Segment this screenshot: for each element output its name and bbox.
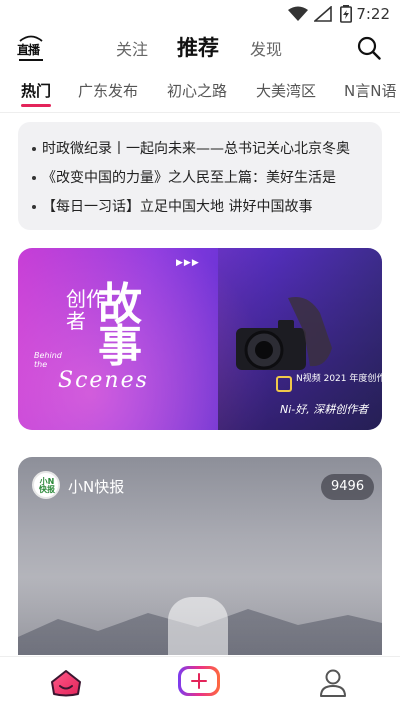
channel-tabs: 热门 广东发布 初心之路 大美湾区 N言N语 — [0, 78, 400, 112]
channel-tab-hot[interactable]: 热门 — [21, 80, 51, 101]
channel-name[interactable]: 小N快报 — [68, 476, 124, 497]
status-bar: 7:22 — [0, 0, 400, 28]
camera-icon — [236, 297, 332, 370]
search-icon[interactable] — [357, 36, 381, 60]
banner-slogan: Ni-好, 深耕创作者 — [280, 403, 369, 416]
banner-title: 故事 — [98, 279, 142, 372]
active-tab-indicator — [21, 104, 51, 107]
news-headlines: 时政微纪录丨一起向未来——总书记关心北京冬奥 《改变中国的力量》之人民至上篇：美… — [18, 122, 382, 230]
event-logo — [276, 376, 292, 392]
video-card[interactable]: 小N 快报 小N快报 9496 — [18, 457, 382, 655]
app-header: 直播 关注 推荐 发现 — [0, 28, 400, 68]
signal-icon — [314, 6, 332, 22]
promo-banner[interactable]: ▶▶▶ 创作者 故事 Behind the Scenes N视频 2021 年度… — [18, 248, 382, 430]
news-item[interactable]: 【每日一习话】立足中国大地 讲好中国故事 — [32, 196, 372, 216]
status-time: 7:22 — [356, 5, 390, 23]
battery-icon — [340, 5, 352, 23]
news-item[interactable]: 时政微纪录丨一起向未来——总书记关心北京冬奥 — [32, 138, 372, 158]
channel-tab-original-path[interactable]: 初心之路 — [167, 80, 227, 101]
bottom-nav — [0, 656, 400, 711]
bullet-icon — [32, 176, 36, 180]
view-count-badge: 9496 — [321, 474, 375, 500]
person-icon[interactable] — [319, 668, 347, 698]
video-figure — [168, 597, 228, 655]
bullet-icon — [32, 147, 36, 151]
live-button[interactable]: 直播 — [17, 34, 45, 62]
bullet-icon — [32, 205, 36, 209]
event-name: N视频 2021 年度创作者大会 — [296, 374, 382, 384]
live-label: 直播 — [17, 43, 40, 57]
channel-tab-n-words[interactable]: N言N语 — [344, 80, 396, 101]
channel-tab-guangdong[interactable]: 广东发布 — [78, 80, 138, 101]
tab-recommend[interactable]: 推荐 — [177, 32, 219, 62]
tab-follow[interactable]: 关注 — [116, 36, 148, 60]
publish-button[interactable] — [178, 666, 220, 696]
divider — [0, 112, 400, 113]
wifi-icon — [288, 6, 308, 21]
home-icon[interactable] — [48, 668, 84, 698]
avatar[interactable]: 小N 快报 — [32, 471, 60, 499]
banner-script-small: Behind the — [34, 351, 62, 369]
play-icon: ▶▶▶ — [176, 258, 200, 268]
channel-tab-bay-area[interactable]: 大美湾区 — [256, 80, 316, 101]
tab-discover[interactable]: 发现 — [250, 36, 282, 60]
banner-script: Scenes — [58, 368, 149, 393]
news-item[interactable]: 《改变中国的力量》之人民至上篇：美好生活是 — [32, 167, 372, 187]
plus-icon — [181, 669, 217, 693]
